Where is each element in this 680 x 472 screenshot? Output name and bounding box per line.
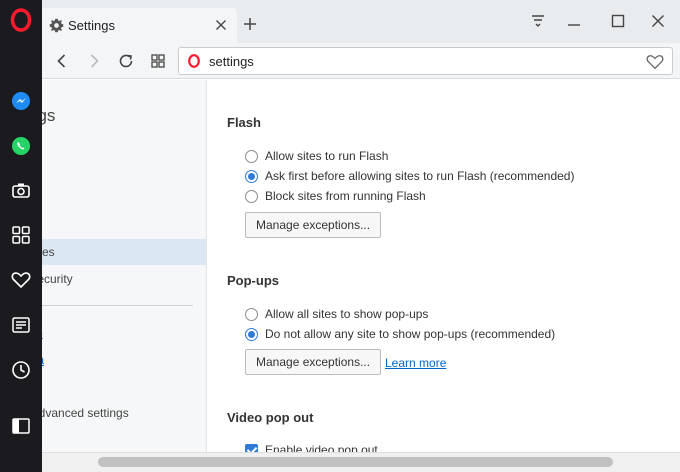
flash-option-allow[interactable]: Allow sites to run Flash [245, 147, 388, 165]
settings-content: Flash Allow sites to run Flash Ask first… [208, 80, 680, 452]
video-popout-section-title: Video pop out [227, 410, 314, 425]
close-tab-icon[interactable] [213, 17, 229, 33]
messenger-icon[interactable] [0, 83, 42, 119]
radio-label: Ask first before allowing sites to run F… [265, 169, 575, 183]
popups-learn-more-link[interactable]: Learn more [385, 356, 446, 370]
flash-option-block[interactable]: Block sites from running Flash [245, 187, 426, 205]
nav-item-privacy-security[interactable]: & security [42, 266, 73, 292]
opera-logo-icon[interactable] [9, 8, 33, 32]
popups-option-allow[interactable]: Allow all sites to show pop-ups [245, 305, 428, 323]
reload-icon[interactable] [116, 51, 136, 71]
radio-button-checked[interactable] [245, 169, 258, 183]
nav-item-websites[interactable]: es [42, 239, 206, 265]
horizontal-scrollbar[interactable] [42, 452, 680, 472]
settings-nav: ngs r es & security help pera w advanced… [42, 80, 207, 452]
minimize-icon[interactable] [564, 11, 584, 31]
radio-button[interactable] [245, 189, 258, 203]
title-bar: Settings [42, 0, 680, 43]
camera-icon[interactable] [0, 172, 42, 208]
video-popout-option[interactable]: Enable video pop out [245, 443, 378, 452]
radio-button[interactable] [245, 307, 258, 321]
opera-logo-icon [188, 54, 200, 68]
settings-nav-title: ngs [42, 106, 56, 125]
close-window-icon[interactable] [648, 11, 668, 31]
flash-option-ask[interactable]: Ask first before allowing sites to run F… [245, 167, 574, 185]
popups-option-block[interactable]: Do not allow any site to show pop-ups (r… [245, 325, 555, 343]
checkbox-checked[interactable] [245, 443, 258, 452]
heart-icon[interactable] [0, 262, 42, 298]
maximize-icon[interactable] [608, 11, 628, 31]
radio-label: Allow sites to run Flash [265, 149, 389, 163]
nav-link-rate-opera[interactable]: pera [42, 353, 44, 367]
nav-divider [42, 305, 193, 306]
tab-title: Settings [68, 18, 115, 33]
flash-section-title: Flash [227, 115, 261, 130]
address-bar[interactable]: settings [178, 47, 673, 75]
speed-dial-icon[interactable] [0, 217, 42, 253]
new-tab-icon[interactable] [242, 16, 258, 32]
radio-button-checked[interactable] [245, 327, 258, 341]
scrollbar-thumb[interactable] [98, 457, 613, 467]
address-text[interactable]: settings [209, 54, 254, 69]
popups-manage-exceptions-button[interactable]: Manage exceptions... [245, 349, 382, 375]
popups-section-title: Pop-ups [227, 273, 279, 288]
back-icon[interactable] [52, 51, 72, 71]
tab-settings[interactable]: Settings [42, 8, 237, 43]
easy-setup-icon[interactable] [528, 11, 548, 31]
flash-manage-exceptions-button[interactable]: Manage exceptions... [245, 212, 382, 238]
tab-grid-icon[interactable] [148, 51, 168, 71]
nav-link-help[interactable]: help [42, 326, 43, 340]
whatsapp-icon[interactable] [0, 128, 42, 164]
history-icon[interactable] [0, 352, 42, 388]
bookmark-heart-icon[interactable] [646, 53, 664, 71]
news-icon[interactable] [0, 307, 42, 343]
opera-sidebar [0, 0, 42, 472]
radio-label: Do not allow any site to show pop-ups (r… [265, 327, 556, 341]
radio-button[interactable] [245, 149, 258, 163]
toolbar: settings [42, 43, 680, 79]
sidebar-toggle-icon[interactable] [0, 408, 42, 444]
forward-icon[interactable] [84, 51, 104, 71]
radio-label: Allow all sites to show pop-ups [265, 307, 429, 321]
radio-label: Block sites from running Flash [265, 189, 426, 203]
show-advanced-settings[interactable]: w advanced settings [42, 400, 129, 426]
checkbox-label: Enable video pop out [265, 443, 378, 452]
gear-icon [49, 18, 64, 33]
